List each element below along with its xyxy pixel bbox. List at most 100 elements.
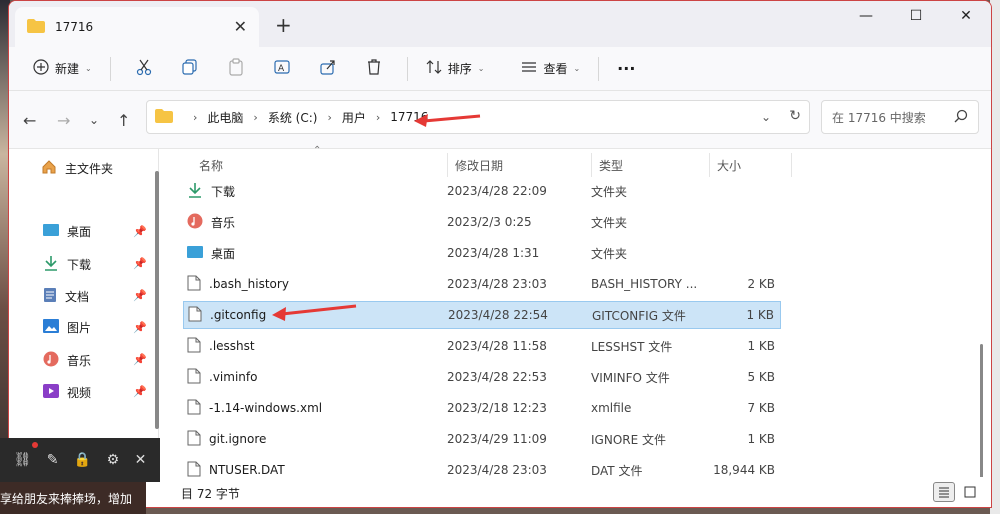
search-icon[interactable] <box>954 109 968 126</box>
sidebar-item-documents[interactable]: 文档 <box>43 287 89 306</box>
paste-button[interactable] <box>213 53 259 85</box>
close-icon[interactable]: ✕ <box>135 452 147 468</box>
sidebar-item-desktop[interactable]: 桌面 <box>43 223 91 240</box>
search-box[interactable]: 在 17716 中搜索 <box>821 100 979 134</box>
file-type: 文件夹 <box>591 246 628 261</box>
title-bar: 17716 ✕ + — ☐ ✕ <box>9 1 991 47</box>
column-divider[interactable] <box>791 153 792 177</box>
sidebar-item-downloads[interactable]: 下载 <box>43 255 91 274</box>
refresh-icon[interactable]: ↻ <box>789 108 801 124</box>
file-row[interactable]: 下载 2023/4/28 22:09 文件夹 <box>183 177 781 205</box>
gear-icon[interactable]: ⚙ <box>107 452 120 468</box>
delete-button[interactable] <box>351 53 397 85</box>
file-row[interactable]: 音乐 2023/2/3 0:25 文件夹 <box>183 208 781 236</box>
address-row: ← → ⌄ ↑ › 此电脑 › 系统 (C:) › 用户 › 17716 ⌄ ↻… <box>9 91 991 149</box>
sidebar-item-home[interactable]: 主文件夹 <box>41 159 113 178</box>
close-tab-icon[interactable]: ✕ <box>234 17 247 36</box>
sort-ascending-icon: ⌃ <box>313 145 322 156</box>
column-header-name[interactable]: 名称 <box>199 157 223 174</box>
pin-icon[interactable]: 📌 <box>133 257 147 270</box>
sidebar-item-label: 文档 <box>65 290 90 304</box>
file-row[interactable]: -1.14-windows.xml 2023/2/18 12:23 xmlfile 7… <box>183 394 781 422</box>
pin-icon[interactable]: 📌 <box>133 289 147 302</box>
file-row[interactable]: .bash_history 2023/4/28 23:03 BASH_HISTORY… <box>183 270 781 298</box>
sort-label: 排序 <box>447 62 472 76</box>
copy-button[interactable] <box>167 53 213 85</box>
file-type: 文件夹 <box>591 184 628 199</box>
address-dropdown-icon[interactable]: ⌄ <box>761 110 771 124</box>
share-button[interactable] <box>305 53 351 85</box>
share-icon <box>319 58 337 79</box>
cut-button[interactable] <box>121 53 167 85</box>
maximize-button[interactable]: ☐ <box>891 1 941 31</box>
new-tab-button[interactable]: + <box>275 13 292 37</box>
new-button[interactable]: 新建 ⌄ <box>25 53 100 85</box>
folder-icon <box>155 108 173 126</box>
view-button[interactable]: 查看 ⌄ <box>513 53 588 85</box>
status-text: 目 72 字节 <box>181 487 240 501</box>
file-type: DAT 文件 <box>591 463 643 478</box>
mic-off-icon[interactable]: ✎ <box>47 452 59 468</box>
sort-button[interactable]: 排序 ⌄ <box>418 53 493 85</box>
file-list-scrollbar[interactable] <box>980 344 983 492</box>
clipboard-icon <box>227 58 245 79</box>
file-name-cell: 音乐 <box>187 213 235 232</box>
svg-text:A: A <box>278 64 285 74</box>
forward-arrow-icon[interactable]: → <box>57 111 70 130</box>
more-options-button[interactable]: ··· <box>609 53 643 85</box>
chevron-down-icon: ⌄ <box>573 64 581 73</box>
file-row[interactable]: 桌面 2023/4/28 1:31 文件夹 <box>183 239 781 267</box>
pin-icon[interactable]: 📌 <box>133 321 147 334</box>
column-header-type[interactable]: 类型 <box>599 157 623 174</box>
large-icons-view-button[interactable] <box>959 482 981 502</box>
sidebar-item-label: 桌面 <box>67 225 92 239</box>
column-header-size[interactable]: 大小 <box>717 157 741 174</box>
breadcrumb-system-c[interactable]: 系统 (C:) <box>268 109 318 126</box>
file-icon <box>188 306 202 325</box>
file-row[interactable]: .lesshst 2023/4/28 11:58 LESSHST 文件 1 KB <box>183 332 781 360</box>
file-name-cell: .viminfo <box>187 368 257 387</box>
rename-button[interactable]: A <box>259 53 305 85</box>
chevron-down-icon: ⌄ <box>85 64 92 73</box>
column-header-date[interactable]: 修改日期 <box>455 157 503 174</box>
tab-17716[interactable]: 17716 ✕ <box>15 7 259 47</box>
lock-icon[interactable]: 🔒 <box>74 452 91 468</box>
file-icon <box>187 368 201 387</box>
file-name: .gitconfig <box>210 308 267 322</box>
close-button[interactable]: ✕ <box>941 1 991 31</box>
up-arrow-icon[interactable]: ↑ <box>117 111 130 130</box>
sidebar-item-music[interactable]: 音乐 <box>43 351 91 370</box>
column-divider[interactable] <box>447 153 448 177</box>
sidebar-item-videos[interactable]: 视频 <box>43 383 91 402</box>
file-type: IGNORE 文件 <box>591 432 666 447</box>
file-type: xmlfile <box>591 401 632 415</box>
link-icon[interactable]: ⛓ <box>14 452 32 468</box>
back-arrow-icon[interactable]: ← <box>23 111 36 130</box>
pin-icon[interactable]: 📌 <box>133 225 147 238</box>
file-list: ⌃ 名称 修改日期 类型 大小 下载 2023/4/28 22:09 文件夹 音乐 20… <box>159 145 991 507</box>
file-size: 5 KB <box>747 370 775 384</box>
music-folder-icon <box>187 213 203 232</box>
recent-locations-chevron-icon[interactable]: ⌄ <box>89 113 99 127</box>
column-divider[interactable] <box>591 153 592 177</box>
file-name-cell: .gitconfig <box>188 306 266 325</box>
divider <box>406 56 408 81</box>
pin-icon[interactable]: 📌 <box>133 385 147 398</box>
minimize-button[interactable]: — <box>841 1 891 31</box>
breadcrumb-this-pc[interactable]: 此电脑 <box>207 109 243 126</box>
column-divider[interactable] <box>709 153 710 177</box>
video-icon <box>43 383 59 402</box>
divider <box>598 56 600 81</box>
sidebar-item-pictures[interactable]: 图片 <box>43 319 91 336</box>
file-type: BASH_HISTORY ... <box>591 277 698 291</box>
file-row[interactable]: git.ignore 2023/4/29 11:09 IGNORE 文件 1 KB <box>183 425 781 453</box>
file-row[interactable]: .viminfo 2023/4/28 22:53 VIMINFO 文件 5 KB <box>183 363 781 391</box>
details-view-button[interactable] <box>933 482 955 502</box>
home-icon <box>41 159 57 178</box>
pin-icon[interactable]: 📌 <box>133 353 147 366</box>
view-label: 查看 <box>543 62 568 76</box>
breadcrumb-users[interactable]: 用户 <box>342 109 366 126</box>
divider <box>109 56 111 81</box>
file-type: GITCONFIG 文件 <box>592 308 686 323</box>
